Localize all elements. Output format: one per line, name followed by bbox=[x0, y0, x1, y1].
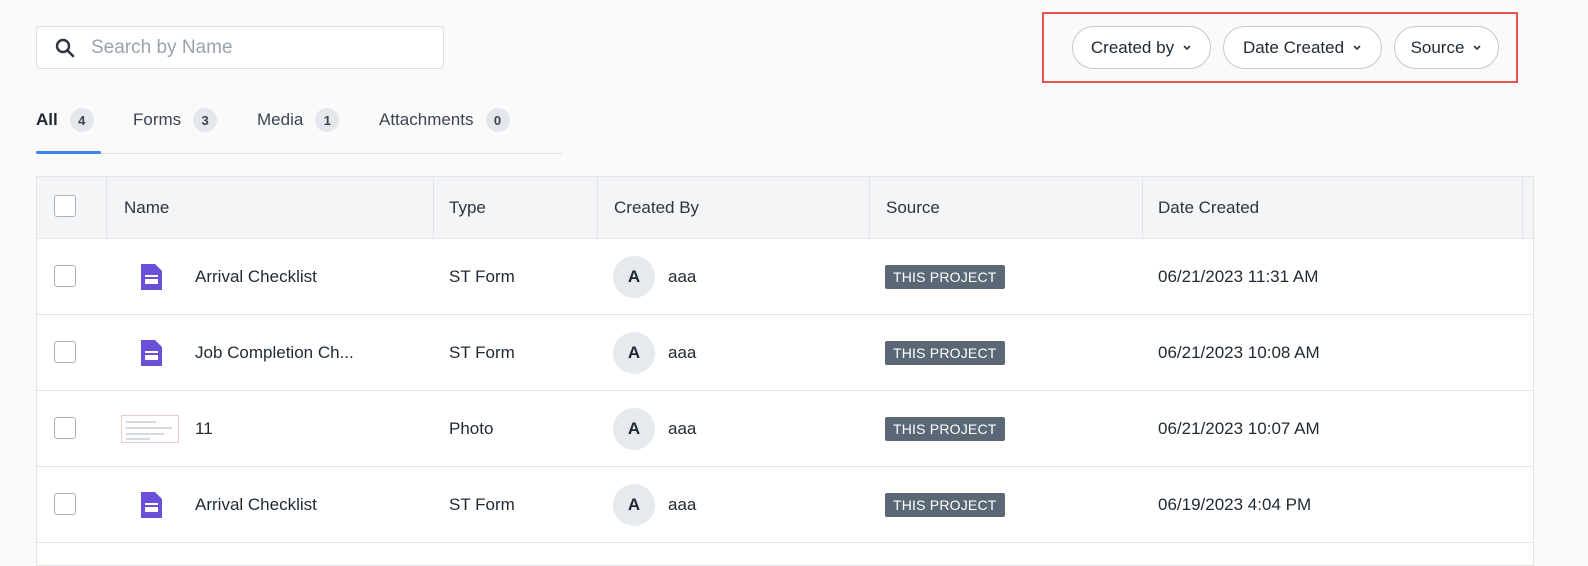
tab-count-badge: 3 bbox=[193, 108, 218, 132]
row-checkbox[interactable] bbox=[54, 341, 76, 363]
table-header: Name Type Created By Source Date Created bbox=[37, 177, 1533, 239]
search-icon bbox=[55, 37, 77, 59]
tab-label: Attachments bbox=[379, 110, 474, 129]
date-created-filter-button[interactable]: Date Created bbox=[1223, 26, 1382, 69]
avatar: A bbox=[613, 256, 655, 298]
form-icon bbox=[137, 467, 167, 543]
tab-bar: All 4 Forms 3 Media 1 Attachments 0 bbox=[36, 98, 562, 154]
form-icon bbox=[137, 315, 167, 391]
row-checkbox[interactable] bbox=[54, 265, 76, 287]
source-filter-button[interactable]: Source bbox=[1394, 26, 1499, 69]
photo-thumbnail bbox=[121, 391, 179, 467]
creator-name: aaa bbox=[668, 495, 697, 514]
tab-label: All bbox=[36, 110, 58, 129]
file-name[interactable]: Arrival Checklist bbox=[195, 239, 317, 315]
table-row[interactable]: Arrival Checklist ST Form A aaa THIS PRO… bbox=[37, 239, 1533, 315]
tab-attachments[interactable]: Attachments 0 bbox=[379, 108, 510, 132]
source-badge: THIS PROJECT bbox=[885, 417, 1005, 441]
created-by-user: A aaa bbox=[613, 239, 696, 315]
row-checkbox[interactable] bbox=[54, 493, 76, 515]
column-divider bbox=[106, 177, 107, 239]
tab-all[interactable]: All 4 bbox=[36, 108, 94, 132]
column-divider bbox=[869, 177, 870, 239]
file-type: ST Form bbox=[449, 343, 515, 362]
created-by-user: A aaa bbox=[613, 315, 696, 391]
table-row[interactable]: Job Completion Ch... ST Form A aaa THIS … bbox=[37, 315, 1533, 391]
created-by-user: A aaa bbox=[613, 467, 696, 543]
file-type: ST Form bbox=[449, 267, 515, 286]
column-divider bbox=[433, 177, 434, 239]
date-created: 06/19/2023 4:04 PM bbox=[1158, 495, 1312, 514]
file-type: ST Form bbox=[449, 495, 515, 514]
tab-count-badge: 4 bbox=[69, 108, 94, 132]
table-row[interactable]: Arrival Checklist ST Form A aaa THIS PRO… bbox=[37, 467, 1533, 543]
column-divider bbox=[597, 177, 598, 239]
chevron-down-icon bbox=[1182, 44, 1192, 52]
column-divider bbox=[1522, 177, 1523, 239]
source-badge: THIS PROJECT bbox=[885, 493, 1005, 517]
search-box[interactable] bbox=[36, 26, 444, 69]
file-type: Photo bbox=[449, 419, 494, 438]
active-tab-indicator bbox=[36, 151, 101, 154]
chevron-down-icon bbox=[1472, 44, 1482, 52]
column-header-source[interactable]: Source bbox=[886, 177, 940, 239]
tab-count-badge: 1 bbox=[315, 108, 340, 132]
form-icon bbox=[137, 239, 167, 315]
date-created: 06/21/2023 11:31 AM bbox=[1158, 267, 1319, 286]
creator-name: aaa bbox=[668, 343, 697, 362]
table-row[interactable]: 11 Photo A aaa THIS PROJECT 06/21/2023 1… bbox=[37, 391, 1533, 467]
file-name[interactable]: 11 bbox=[195, 391, 213, 467]
select-all-checkbox[interactable] bbox=[54, 195, 76, 217]
created-by-filter-button[interactable]: Created by bbox=[1072, 26, 1211, 69]
column-header-date-created[interactable]: Date Created bbox=[1158, 177, 1259, 239]
creator-name: aaa bbox=[668, 267, 697, 286]
avatar: A bbox=[613, 408, 655, 450]
column-header-name[interactable]: Name bbox=[124, 177, 169, 239]
column-header-type[interactable]: Type bbox=[449, 177, 486, 239]
source-filter-label: Source bbox=[1410, 37, 1465, 57]
row-checkbox[interactable] bbox=[54, 417, 76, 439]
tab-forms[interactable]: Forms 3 bbox=[133, 108, 218, 132]
created-by-filter-label: Created by bbox=[1090, 37, 1175, 57]
date-created-filter-label: Date Created bbox=[1242, 37, 1345, 57]
tab-label: Media bbox=[257, 110, 304, 129]
column-divider bbox=[1142, 177, 1143, 239]
tab-count-badge: 0 bbox=[485, 108, 510, 132]
files-table: Name Type Created By Source Date Created… bbox=[36, 176, 1534, 566]
source-badge: THIS PROJECT bbox=[885, 265, 1005, 289]
avatar: A bbox=[613, 484, 655, 526]
tab-media[interactable]: Media 1 bbox=[257, 108, 340, 132]
date-created: 06/21/2023 10:08 AM bbox=[1158, 343, 1320, 362]
chevron-down-icon bbox=[1352, 44, 1362, 52]
search-input[interactable] bbox=[91, 36, 421, 59]
tab-label: Forms bbox=[133, 110, 182, 129]
date-created: 06/21/2023 10:07 AM bbox=[1158, 419, 1320, 438]
column-header-created-by[interactable]: Created By bbox=[614, 177, 699, 239]
avatar: A bbox=[613, 332, 655, 374]
file-name[interactable]: Job Completion Ch... bbox=[195, 315, 354, 391]
created-by-user: A aaa bbox=[613, 391, 696, 467]
creator-name: aaa bbox=[668, 419, 697, 438]
source-badge: THIS PROJECT bbox=[885, 341, 1005, 365]
file-name[interactable]: Arrival Checklist bbox=[195, 467, 317, 543]
